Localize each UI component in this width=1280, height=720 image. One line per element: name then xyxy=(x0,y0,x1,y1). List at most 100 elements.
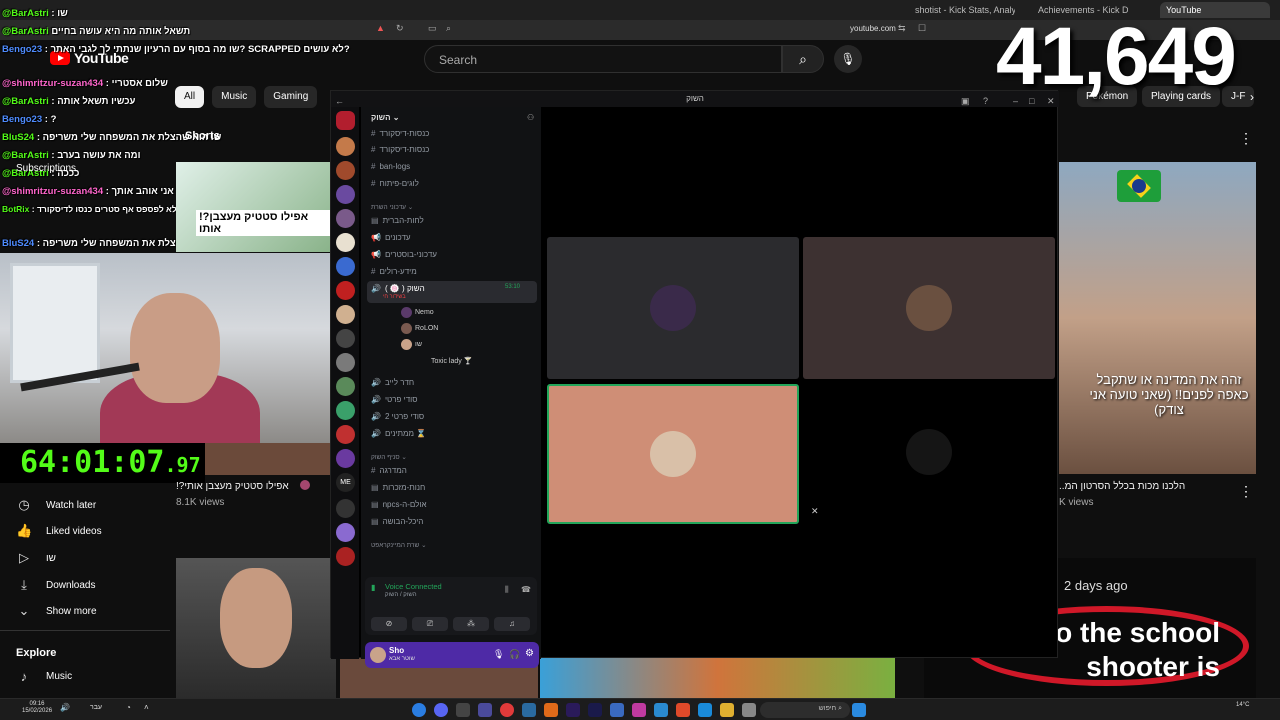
video-thumbnail[interactable]: !?אפילו סטטיק מעצבן אותו xyxy=(176,162,330,252)
app-icon[interactable] xyxy=(456,703,470,717)
voice-channel[interactable]: 🔊 ממתינים ⌛ xyxy=(371,429,426,438)
server-icon[interactable] xyxy=(336,401,355,420)
wifi-icon[interactable]: ◔ xyxy=(126,703,131,712)
voice-member[interactable]: Nemo xyxy=(401,307,434,318)
video-thumbnail[interactable] xyxy=(176,558,336,698)
server-icon[interactable] xyxy=(336,449,355,468)
sidebar-item-watch-later[interactable]: ◷ Watch later xyxy=(0,492,170,518)
voice-connected-status[interactable]: Voice Connected xyxy=(385,582,442,591)
app-icon[interactable] xyxy=(742,703,756,717)
server-icon[interactable] xyxy=(336,257,355,276)
translate-icon[interactable]: ⇆ xyxy=(898,23,906,34)
channel-item[interactable]: # לוגים-פיתוח xyxy=(371,179,419,188)
extension-icon[interactable]: ▲ xyxy=(376,23,385,33)
server-icon[interactable] xyxy=(336,329,355,348)
server-icon[interactable] xyxy=(336,353,355,372)
channel-item[interactable]: ▤ היכל-הבושה xyxy=(371,517,423,526)
user-avatar[interactable] xyxy=(370,647,386,663)
server-icon[interactable] xyxy=(336,161,355,180)
microphone-icon[interactable]: 🎙 xyxy=(493,649,504,660)
reload-icon[interactable]: ↻ xyxy=(396,23,404,34)
maximize-icon[interactable]: □ xyxy=(1029,93,1034,109)
taskbar-search[interactable]: חיפוש ⌕ xyxy=(760,702,850,718)
video-title[interactable]: ..הלכנו מכות בכלל הסרטון המ xyxy=(1059,481,1185,492)
voice-channel[interactable]: 🔊 סודי פרטי xyxy=(371,395,417,404)
premiere-icon[interactable] xyxy=(588,703,602,717)
discord-app-icon[interactable] xyxy=(434,703,448,717)
app-icon[interactable] xyxy=(654,703,668,717)
sidebar-item-show-more[interactable]: ⌄ Show more xyxy=(0,598,170,624)
headphones-icon[interactable]: 🎧 xyxy=(509,649,520,660)
search-icon[interactable]: ⌕ xyxy=(446,23,451,34)
category-header[interactable]: עדכוני השרת ⌄ xyxy=(371,203,413,211)
voice-tile[interactable]: ✕ xyxy=(803,384,1055,524)
voice-member[interactable]: שו xyxy=(401,339,422,350)
more-options-icon[interactable]: ⋮ xyxy=(1239,130,1253,147)
weather[interactable]: 14°C xyxy=(1236,702,1249,709)
server-icon[interactable] xyxy=(336,523,355,542)
brave-icon[interactable] xyxy=(676,703,690,717)
windows-start-icon[interactable] xyxy=(852,703,866,717)
minimize-icon[interactable]: – xyxy=(1013,93,1018,109)
close-icon[interactable]: ✕ xyxy=(1047,93,1055,109)
channel-item[interactable]: ▤ npcs-אולם-ה xyxy=(371,500,426,509)
server-icon[interactable] xyxy=(336,281,355,300)
video-thumbnail[interactable]: זהה את המדינה או שתקבל כאפה לפנים!! (שאנ… xyxy=(1059,162,1256,474)
clock[interactable]: 09:16 15/02/2026 xyxy=(22,701,52,715)
channel-item[interactable]: 📢 עדכונים xyxy=(371,233,411,242)
file-explorer-icon[interactable] xyxy=(720,703,734,717)
video-button[interactable]: ⊘ xyxy=(371,617,407,631)
voice-member[interactable]: RoLON xyxy=(401,323,438,334)
server-icon[interactable] xyxy=(336,499,355,518)
sidebar-subscriptions[interactable]: Subscriptions xyxy=(16,163,76,174)
channel-item[interactable]: # כנסות-דיסקורד xyxy=(371,129,429,138)
obs-icon[interactable] xyxy=(500,703,514,717)
sidebar-item-music[interactable]: ♪ Music xyxy=(0,663,170,689)
chevron-up-icon[interactable]: ˄ xyxy=(144,703,149,712)
server-icon[interactable] xyxy=(336,425,355,444)
channel-item[interactable]: # המדרגה xyxy=(371,466,407,475)
server-icon[interactable] xyxy=(336,111,355,130)
help-icon[interactable]: ? xyxy=(983,93,988,109)
channel-item[interactable]: # כנסות-דיסקורד xyxy=(371,145,429,154)
channel-item[interactable]: 📢 עדכוני-בוסטרים xyxy=(371,250,437,259)
voice-tile[interactable] xyxy=(803,237,1055,379)
inbox-icon[interactable]: ▣ xyxy=(961,93,970,109)
app-icon[interactable] xyxy=(610,703,624,717)
gear-icon[interactable]: ⚙ xyxy=(525,648,534,659)
channel-item[interactable]: # ban-logs xyxy=(371,162,410,171)
chevron-right-icon[interactable]: › xyxy=(1250,90,1254,104)
soundboard-button[interactable]: ♫ xyxy=(494,617,530,631)
voice-channel-active[interactable]: 🔊( 🍥 ) השוק xyxy=(371,284,425,293)
category-header[interactable]: שרת המיינקראפט ⌄ xyxy=(371,541,427,549)
app-icon[interactable] xyxy=(698,703,712,717)
video-thumbnail[interactable] xyxy=(540,658,895,698)
server-icon[interactable] xyxy=(336,185,355,204)
app-icon[interactable] xyxy=(522,703,536,717)
server-icon[interactable] xyxy=(336,137,355,156)
screen-icon[interactable]: ▭ xyxy=(428,23,437,34)
disconnect-icon[interactable]: ☎ xyxy=(521,585,531,594)
sidebar-item-playlist[interactable]: ▷ שו xyxy=(0,545,170,571)
voice-search-button[interactable]: 🎙 xyxy=(834,45,862,73)
edge-icon[interactable] xyxy=(412,703,426,717)
voice-tile[interactable] xyxy=(547,237,799,379)
after-effects-icon[interactable] xyxy=(566,703,580,717)
video-thumbnail[interactable] xyxy=(205,443,330,475)
app-icon[interactable] xyxy=(478,703,492,717)
voice-member[interactable]: Toxic lady 🍸 xyxy=(431,357,472,365)
channel-item[interactable]: ▤ חנות-מזכרות xyxy=(371,483,425,492)
more-options-icon[interactable]: ⋮ xyxy=(1239,483,1253,500)
bookmark-icon[interactable]: ☐ xyxy=(918,23,926,34)
video-title[interactable]: !?אפילו סטטיק מעצבן אותי xyxy=(176,481,289,492)
language-indicator[interactable]: עבר xyxy=(90,704,102,711)
server-icon[interactable] xyxy=(336,305,355,324)
activities-button[interactable]: ⁂ xyxy=(453,617,489,631)
server-icon[interactable] xyxy=(336,377,355,396)
server-icon[interactable] xyxy=(336,233,355,252)
server-name[interactable]: השוק ⌄ xyxy=(371,113,399,122)
sidebar-item-downloads[interactable]: ⤓ Downloads xyxy=(0,572,170,598)
channel-avatar[interactable] xyxy=(300,480,310,490)
blender-icon[interactable] xyxy=(544,703,558,717)
category-header[interactable]: סניף השוק ⌄ xyxy=(371,453,407,461)
